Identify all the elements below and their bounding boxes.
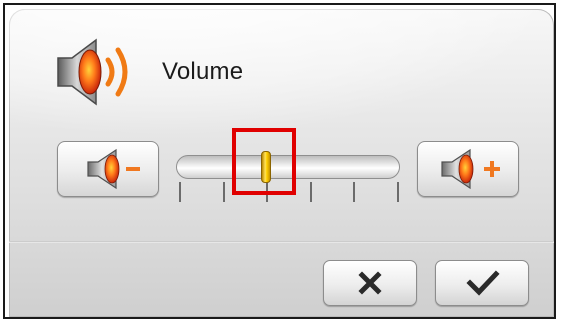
volume-tick bbox=[353, 182, 356, 202]
volume-tick bbox=[397, 182, 399, 202]
speaker-minus-icon bbox=[87, 148, 140, 190]
speaker-volume-icon bbox=[57, 38, 128, 106]
volume-tick bbox=[309, 182, 312, 202]
volume-tick bbox=[179, 182, 181, 202]
highlight-box bbox=[232, 128, 296, 195]
volume-down-button[interactable] bbox=[57, 141, 159, 197]
volume-tick bbox=[222, 182, 225, 202]
footer-divider bbox=[9, 241, 554, 243]
cancel-button[interactable] bbox=[323, 260, 417, 306]
check-icon bbox=[466, 270, 500, 296]
confirm-button[interactable] bbox=[435, 260, 529, 306]
close-x-icon bbox=[358, 271, 382, 295]
speaker-plus-icon bbox=[441, 148, 500, 190]
dialog-title: Volume bbox=[162, 58, 244, 85]
volume-up-button[interactable] bbox=[417, 141, 519, 197]
